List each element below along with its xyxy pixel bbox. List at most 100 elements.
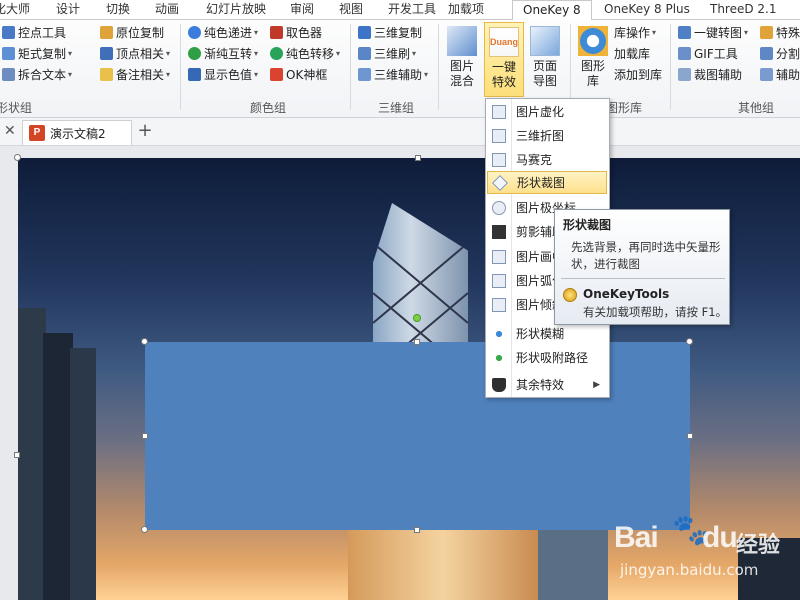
photo-resize-handle[interactable] — [14, 452, 20, 458]
tab-review[interactable]: 审阅 — [290, 0, 314, 20]
image-blend-button[interactable]: 图片 混合 — [443, 22, 481, 97]
building-left — [18, 308, 46, 600]
ribbon-tab-strip: 化大师 设计 切换 动画 幻灯片放映 审阅 视图 开发工具 加载项 OneKey… — [0, 0, 800, 21]
library-ops-button[interactable]: 库操作 ▾ — [614, 22, 656, 43]
group-divider — [350, 24, 351, 110]
shape-resize-handle[interactable] — [141, 338, 148, 345]
page-map-button[interactable]: 页面 导图 — [526, 22, 564, 97]
shape-resize-handle[interactable] — [414, 339, 420, 345]
duang-icon: Duang — [489, 27, 519, 57]
3d-assist-button[interactable]: 三维辅助 ▾ — [358, 64, 428, 85]
menu-item-path-snap[interactable]: 形状吸附路径 — [487, 346, 608, 369]
tab-design[interactable]: 设计 — [56, 0, 80, 20]
load-library-button[interactable]: 加载库 — [614, 43, 650, 64]
in-place-copy-button[interactable]: 原位复制 — [100, 22, 164, 43]
3d-brush-button[interactable]: 三维刷 ▾ — [358, 43, 416, 64]
close-icon[interactable]: ✕ — [4, 123, 16, 139]
tooltip-description: 先选背景，再同时选中矢量形状，进行裁图 — [571, 240, 721, 271]
watermark-url: jingyan.baidu.com — [620, 561, 759, 579]
building-left-3 — [70, 348, 96, 600]
shape-resize-handle[interactable] — [142, 433, 148, 439]
one-click-effects-button[interactable]: Duang 一键 特效 — [484, 22, 524, 97]
tab-beautify[interactable]: 化大师 — [0, 0, 30, 20]
transfer-icon — [270, 47, 283, 60]
page-map-icon — [530, 26, 560, 56]
shape-resize-handle[interactable] — [141, 526, 148, 533]
vertex-button[interactable]: 顶点相关 ▾ — [100, 43, 170, 64]
tab-onekey8[interactable]: OneKey 8 — [512, 0, 592, 21]
layers-icon — [447, 26, 477, 56]
one-click-to-image-button[interactable]: 一键转图 ▾ — [678, 22, 748, 43]
tab-developer[interactable]: 开发工具 — [388, 0, 436, 20]
new-tab-button[interactable]: + — [134, 120, 156, 144]
add-to-library-button[interactable]: 添加到库 — [614, 64, 662, 85]
shape-resize-handle[interactable] — [687, 433, 693, 439]
3d-copy-icon — [358, 26, 371, 39]
handle-tool-button[interactable]: 控点工具 — [2, 22, 66, 43]
menu-item-shape-crop[interactable]: 形状裁图 — [487, 171, 607, 194]
chevron-down-icon: ▾ — [336, 49, 341, 58]
graduation-cap-icon — [492, 377, 506, 392]
crop-assist-button[interactable]: 裁图辅助 — [678, 64, 742, 85]
notes-button[interactable]: 备注相关 ▾ — [100, 64, 170, 85]
split-text-icon — [2, 68, 15, 81]
menu-item-mosaic[interactable]: 马赛克 — [487, 148, 608, 171]
help-gear-icon — [563, 288, 577, 302]
group-label-color: 颜色组 — [250, 101, 287, 115]
ok-frame-button[interactable]: OK神框 — [270, 64, 327, 85]
tab-onekey8-plus[interactable]: OneKey 8 Plus — [604, 0, 690, 20]
tab-threed[interactable]: ThreeD 2.1 — [710, 0, 777, 20]
arc-icon — [492, 273, 506, 288]
photo-resize-handle[interactable] — [14, 154, 21, 161]
ribbon: 控点工具 原位复制 矩式复制 ▾ 顶点相关 ▾ 拆合文本 ▾ 备注相关 ▾ 形状组 纯色… — [0, 20, 800, 118]
tab-view[interactable]: 视图 — [339, 0, 363, 20]
chevron-down-icon: ▾ — [412, 49, 417, 58]
tab-animations[interactable]: 动画 — [155, 0, 179, 20]
polar-icon — [492, 200, 506, 215]
3d-assist-icon — [358, 68, 371, 81]
3d-copy-button[interactable]: 三维复制 — [358, 22, 422, 43]
shape-resize-handle[interactable] — [686, 338, 693, 345]
tooltip-help-text: 有关加载项帮助，请按 F1。 — [583, 305, 728, 319]
special-button[interactable]: 特殊 — [760, 22, 800, 43]
tooltip-divider — [561, 278, 725, 279]
split-button[interactable]: 分割 — [760, 43, 800, 64]
tab-slideshow[interactable]: 幻灯片放映 — [206, 0, 266, 20]
3d-brush-icon — [358, 47, 371, 60]
color-transfer-button[interactable]: 纯色转移 ▾ — [270, 43, 340, 64]
chevron-down-icon: ▾ — [254, 28, 259, 37]
chevron-down-icon: ▾ — [166, 49, 171, 58]
document-tab[interactable]: P 演示文稿2 — [22, 120, 132, 145]
watermark-brand: Bai — [614, 521, 659, 554]
shape-resize-handle[interactable] — [414, 527, 420, 533]
tab-addins[interactable]: 加载项 — [448, 0, 484, 20]
chevron-down-icon: ▾ — [652, 28, 657, 37]
path-snap-icon — [492, 350, 506, 365]
watermark-product: 经验 — [736, 533, 781, 558]
watermark-suffix: du — [702, 521, 738, 554]
ok-frame-icon — [270, 68, 283, 81]
menu-item-3d-fold[interactable]: 三维折图 — [487, 124, 608, 147]
rotation-handle[interactable] — [413, 314, 421, 322]
assist-button[interactable]: 辅助 — [760, 64, 800, 85]
chevron-down-icon: ▾ — [68, 49, 73, 58]
shape-library-button[interactable]: 图形 库 — [576, 22, 610, 97]
gradient-swap-button[interactable]: 渐纯互转 ▾ — [188, 43, 258, 64]
chevron-down-icon: ▾ — [166, 70, 171, 79]
menu-item-shape-blur[interactable]: 形状模糊 — [487, 322, 608, 345]
color-picker-button[interactable]: 取色器 — [270, 22, 322, 43]
tab-transitions[interactable]: 切换 — [106, 0, 130, 20]
group-divider — [670, 24, 671, 110]
solid-gradient-button[interactable]: 纯色递进 ▾ — [188, 22, 258, 43]
photo-resize-handle[interactable] — [415, 155, 421, 161]
document-tab-label: 演示文稿2 — [50, 126, 106, 141]
matrix-copy-button[interactable]: 矩式复制 ▾ — [2, 43, 72, 64]
show-color-value-button[interactable]: 显示色值 ▾ — [188, 64, 258, 85]
split-text-button[interactable]: 拆合文本 ▾ — [2, 64, 72, 85]
menu-item-more-effects[interactable]: 其余特效 ▶ — [487, 373, 608, 396]
skew-icon — [492, 297, 506, 312]
menu-item-image-blur[interactable]: 图片虚化 — [487, 100, 608, 123]
gif-tool-button[interactable]: GIF工具 — [678, 43, 738, 64]
group-label-other: 其他组 — [738, 101, 775, 115]
document-tab-bar: ✕ P 演示文稿2 + — [0, 118, 800, 146]
